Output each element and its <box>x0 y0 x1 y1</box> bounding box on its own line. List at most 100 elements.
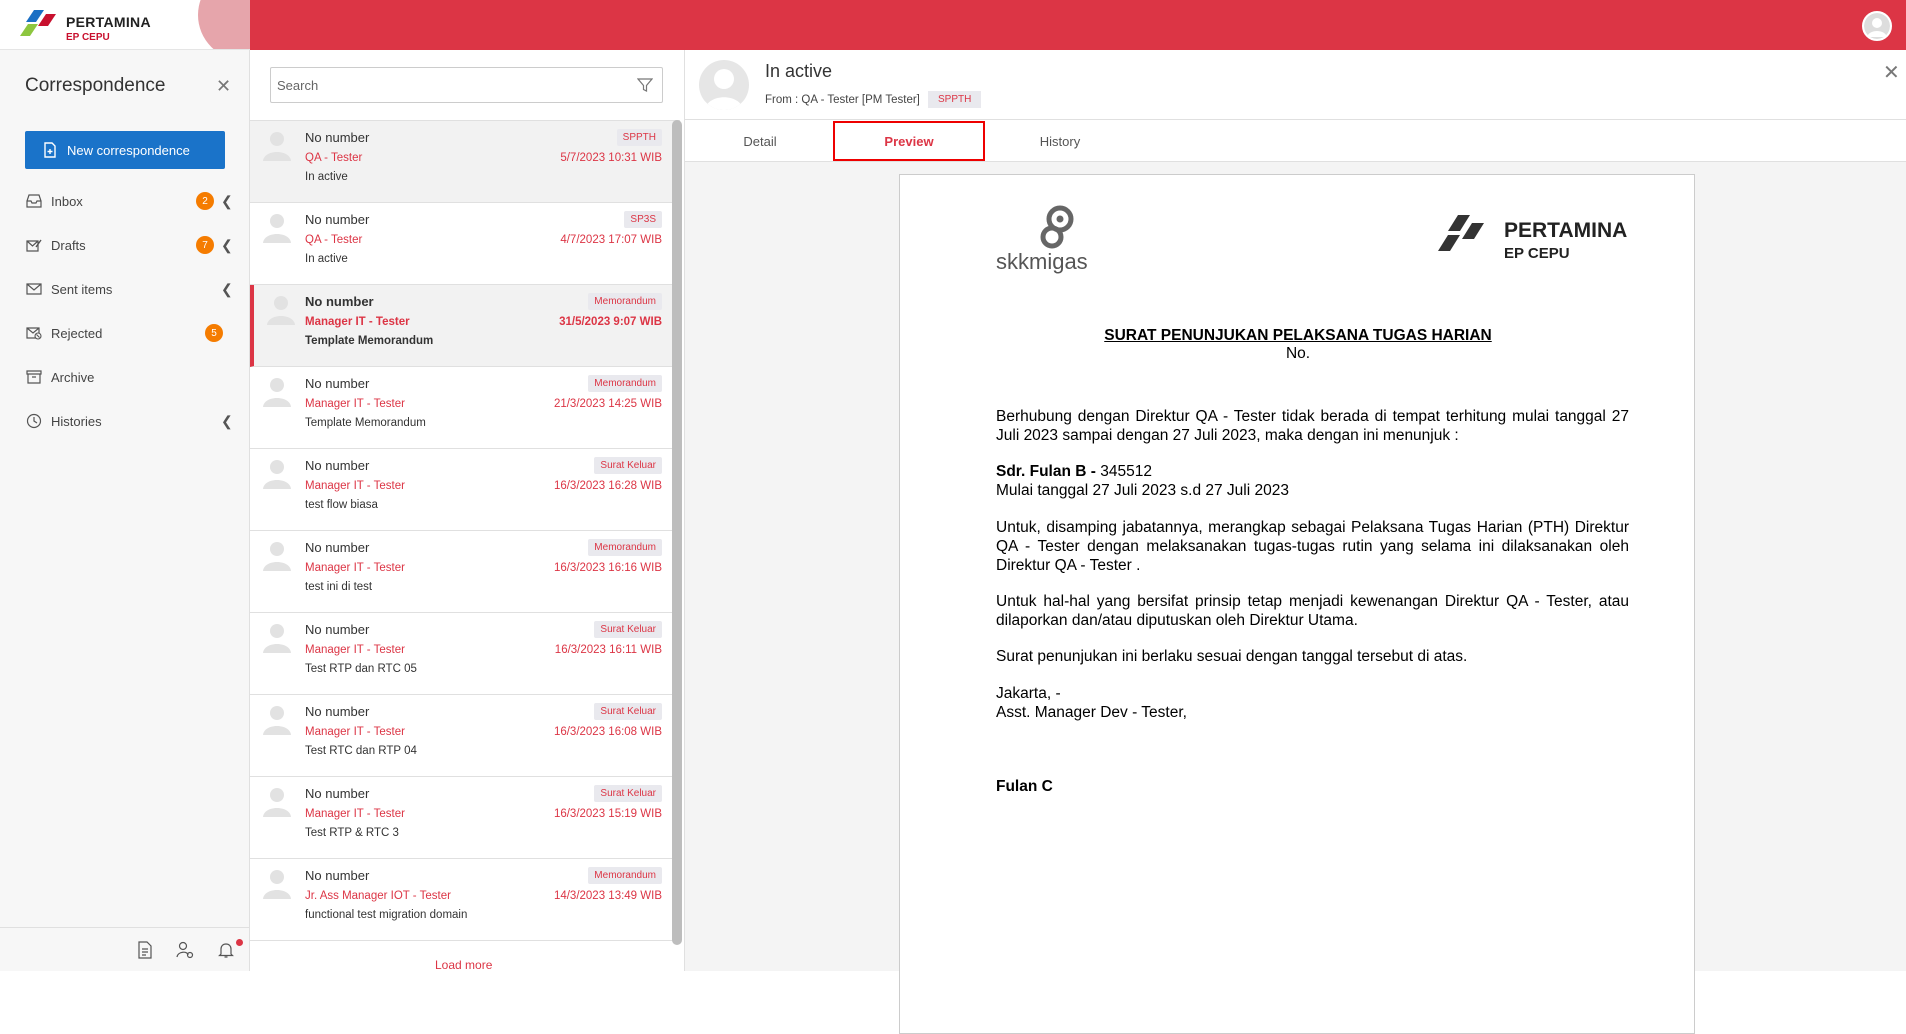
list-item[interactable]: No number Manager IT - Tester Test RTC d… <box>250 695 674 777</box>
new-correspondence-button[interactable]: New correspondence <box>25 131 225 169</box>
item-date: 16/3/2023 16:11 WIB <box>554 644 662 656</box>
detail-header: In active From : QA - Tester [PM Tester]… <box>685 50 1906 120</box>
chevron-left-icon[interactable]: ❮ <box>221 413 233 430</box>
item-type-badge: Memorandum <box>588 867 662 884</box>
item-number: No number <box>305 540 370 555</box>
sidebar-item-drafts[interactable]: Drafts 7 ❮ <box>25 230 235 260</box>
inbox-icon <box>25 193 43 209</box>
list-item[interactable]: No number Manager IT - Tester Test RTP d… <box>250 613 674 695</box>
close-icon[interactable]: ✕ <box>1883 60 1900 84</box>
item-sender: Jr. Ass Manager IOT - Tester <box>305 890 451 902</box>
new-correspondence-label: New correspondence <box>67 142 190 158</box>
list-item[interactable]: No number Manager IT - Tester test ini d… <box>250 531 674 613</box>
item-date: 14/3/2023 13:49 WIB <box>553 890 662 902</box>
rejected-icon <box>25 325 43 341</box>
item-type-badge: Surat Keluar <box>594 785 662 802</box>
item-type-badge: Memorandum <box>588 293 662 310</box>
list-scrollbar[interactable] <box>672 120 682 945</box>
list-item[interactable]: No number Manager IT - Tester Test RTP &… <box>250 777 674 859</box>
avatar <box>263 624 291 653</box>
item-subject: test flow biasa <box>305 499 378 511</box>
letter-place: Jakarta, - <box>996 685 1061 702</box>
letter-signer-title: Asst. Manager Dev - Tester, <box>996 704 1187 721</box>
logo-decoration <box>198 0 250 49</box>
item-sender: Manager IT - Tester <box>305 398 405 410</box>
item-number: No number <box>305 294 374 309</box>
item-sender: Manager IT - Tester <box>305 644 405 656</box>
appointee-line: Sdr. Fulan B - 345512 <box>996 462 1629 481</box>
sidebar-item-inbox[interactable]: Inbox 2 ❮ <box>25 186 235 216</box>
letter-heading: SURAT PENUNJUKAN PELAKSANA TUGAS HARIAN <box>1104 327 1492 344</box>
user-settings-icon[interactable] <box>176 941 194 959</box>
logo-name: PERTAMINA <box>66 14 151 30</box>
sidebar-item-sent-items[interactable]: Sent items ❮ <box>25 274 235 304</box>
sidebar-item-rejected[interactable]: Rejected 5 <box>25 318 235 348</box>
tab-preview[interactable]: Preview <box>833 121 985 161</box>
list-item[interactable]: No number Manager IT - Tester test flow … <box>250 449 674 531</box>
pertamina-logo-icon <box>20 10 56 36</box>
user-avatar[interactable] <box>1862 11 1892 41</box>
list-item[interactable]: No number QA - Tester In active SPPTH 5/… <box>250 121 674 203</box>
filter-icon[interactable] <box>637 77 653 93</box>
skkmigas-logo: skkmigas <box>996 203 1116 275</box>
avatar <box>263 870 291 899</box>
avatar <box>263 788 291 817</box>
drafts-icon <box>25 237 43 253</box>
item-date: 16/3/2023 16:16 WIB <box>553 562 662 574</box>
letter-preview: skkmigas PERTAMINA EP CEPU SURAT PENUNJU… <box>899 174 1695 1034</box>
top-bar <box>0 0 1906 50</box>
chevron-left-icon[interactable]: ❮ <box>221 281 233 298</box>
item-sender: Manager IT - Tester <box>305 480 405 492</box>
chevron-left-icon[interactable]: ❮ <box>221 193 233 210</box>
item-number: No number <box>305 704 370 719</box>
sidebar-item-archive[interactable]: Archive <box>25 362 235 392</box>
item-type-badge: Memorandum <box>588 539 662 556</box>
chevron-left-icon[interactable]: ❮ <box>221 237 233 254</box>
rejected-count-badge: 5 <box>205 324 223 342</box>
sidebar-close-icon[interactable]: ✕ <box>216 76 231 97</box>
list-item[interactable]: No number Manager IT - Tester Template M… <box>250 367 674 449</box>
pertamina-wordmark: PERTAMINA <box>1504 219 1628 242</box>
item-type-badge: SPPTH <box>616 129 662 146</box>
sidebar-item-histories[interactable]: Histories ❮ <box>25 406 235 436</box>
item-number: No number <box>305 376 370 391</box>
list-item[interactable]: No number QA - Tester In active SP3S 4/7… <box>250 203 674 285</box>
item-number: No number <box>305 622 370 637</box>
tab-detail[interactable]: Detail <box>685 120 835 162</box>
item-type-badge: Surat Keluar <box>594 457 662 474</box>
search-input[interactable] <box>271 68 601 102</box>
user-icon <box>1864 13 1890 39</box>
item-subject: test ini di test <box>305 581 373 593</box>
detail-from: From : QA - Tester [PM Tester] <box>765 94 920 106</box>
item-sender: Manager IT - Tester <box>305 808 405 820</box>
item-subject: Test RTP dan RTC 05 <box>305 663 417 675</box>
avatar <box>263 542 291 571</box>
item-number: No number <box>305 212 370 227</box>
correspondence-list-panel: No number QA - Tester In active SPPTH 5/… <box>250 50 685 971</box>
letter-paragraph: Berhubung dengan Direktur QA - Tester ti… <box>996 408 1629 444</box>
item-sender: QA - Tester <box>305 152 363 164</box>
pertamina-subtitle: EP CEPU <box>1504 245 1570 262</box>
user-icon <box>705 69 743 110</box>
sidebar-footer <box>0 927 250 971</box>
list-item-selected[interactable]: No number Manager IT - Tester Template M… <box>250 285 674 367</box>
app-logo[interactable]: PERTAMINA EP CEPU <box>0 0 250 50</box>
avatar <box>263 460 291 489</box>
tab-history[interactable]: History <box>985 120 1135 162</box>
item-subject: Template Memorandum <box>305 417 426 429</box>
detail-title: In active <box>765 61 833 81</box>
avatar <box>267 296 295 325</box>
letter-signer-name: Fulan C <box>996 778 1053 795</box>
avatar <box>263 378 291 407</box>
avatar <box>263 706 291 735</box>
list-item[interactable]: No number Jr. Ass Manager IOT - Tester f… <box>250 859 674 941</box>
document-icon[interactable] <box>136 941 154 959</box>
bell-icon[interactable] <box>217 941 235 959</box>
item-subject: In active <box>305 253 348 265</box>
load-more-link[interactable]: Load more <box>435 958 492 972</box>
item-number: No number <box>305 130 370 145</box>
sidebar-item-label: Drafts <box>51 237 86 253</box>
item-sender: QA - Tester <box>305 234 363 246</box>
item-date: 21/3/2023 14:25 WIB <box>553 398 662 410</box>
item-sender: Manager IT - Tester <box>305 316 410 328</box>
